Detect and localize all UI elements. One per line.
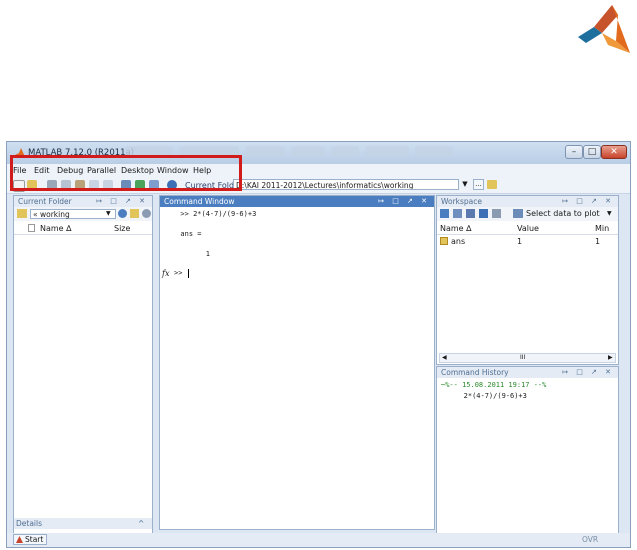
blurred-tab [365, 146, 409, 156]
history-session-line[interactable]: ─%-- 15.08.2011 19:17 --% [441, 381, 546, 389]
start-label: Start [25, 535, 44, 544]
table-row[interactable]: ans 1 1 [437, 236, 618, 247]
command-line: ans = [172, 230, 202, 238]
chevron-down-icon[interactable]: ▼ [460, 179, 470, 190]
details-label: Details [16, 519, 43, 528]
var-min: 1 [595, 237, 601, 246]
scroll-left-icon[interactable]: ◀ [442, 354, 447, 361]
folder-icon [17, 209, 27, 218]
select-data-to-plot[interactable]: Select data to plot [526, 209, 600, 218]
fx-icon[interactable]: fx [162, 269, 169, 278]
column-name[interactable]: Name ∆ [440, 224, 472, 233]
panel-header: Command History ↦ □ ↗ ✕ [437, 367, 618, 378]
folder-column-headers: Name ∆ Size [14, 223, 152, 235]
panel-title: Command History [441, 368, 509, 377]
save-icon[interactable] [466, 209, 475, 218]
menu-highlight-box [10, 155, 242, 191]
ovr-indicator: OVR [582, 535, 599, 544]
details-bar[interactable]: Details ^ [14, 518, 152, 529]
status-bar: Start OVR [7, 533, 630, 547]
chevron-up-icon[interactable]: ^ [138, 518, 144, 529]
command-line: 1 [172, 250, 210, 258]
chevron-down-icon[interactable]: ▼ [607, 210, 612, 217]
matlab-start-icon [16, 536, 23, 543]
panel-controls-icon[interactable]: ↦ □ ↗ ✕ [96, 196, 148, 207]
horizontal-scrollbar[interactable]: ◀ III ▶ [439, 353, 616, 363]
column-value[interactable]: Value [517, 224, 539, 233]
column-name[interactable]: Name ∆ [40, 224, 72, 233]
command-history-panel: Command History ↦ □ ↗ ✕ ─%-- 15.08.2011 … [436, 366, 619, 543]
workspace-toolbar: Select data to plot ▼ [437, 207, 618, 221]
panel-title: Command Window [164, 197, 235, 206]
panel-controls-icon[interactable]: ↦ □ ↗ ✕ [378, 196, 430, 207]
browse-folder-button[interactable]: ... [473, 179, 484, 190]
print-icon[interactable] [492, 209, 501, 218]
close-button[interactable]: ✕ [601, 145, 627, 159]
new-variable-icon[interactable] [440, 209, 449, 218]
blurred-tab [291, 146, 325, 156]
command-window-panel[interactable]: Command Window ↦ □ ↗ ✕ >> 2*(4-7)/(9-6)+… [159, 195, 435, 530]
panel-header: Command Window ↦ □ ↗ ✕ [160, 196, 434, 207]
plot-icon[interactable] [513, 209, 523, 218]
workspace-column-headers: Name ∆ Value Min [437, 223, 618, 235]
command-prompt[interactable]: >> [174, 269, 187, 277]
panel-title: Current Folder [18, 197, 72, 206]
matrix-icon [440, 237, 448, 245]
start-button[interactable]: Start [13, 534, 47, 545]
current-folder-panel: Current Folder ↦ □ ↗ ✕ « working ▼ Name … [13, 195, 153, 543]
scroll-grip[interactable]: III [520, 354, 525, 361]
column-size[interactable]: Size [114, 224, 130, 233]
file-icon [28, 224, 35, 232]
blurred-tab [245, 146, 285, 156]
var-name: ans [451, 237, 466, 246]
scroll-right-icon[interactable]: ▶ [608, 354, 613, 361]
history-command-line[interactable]: 2*(4-7)/(9-6)+3 [451, 392, 527, 400]
matlab-window: MATLAB 7.12.0 (R2011a) – □ ✕ File Edit D… [6, 141, 631, 548]
command-line: >> 2*(4-7)/(9-6)+3 [172, 210, 257, 218]
import-icon[interactable] [479, 209, 488, 218]
gear-icon[interactable] [142, 209, 151, 218]
panel-header: Workspace ↦ □ ↗ ✕ [437, 196, 618, 207]
var-value: 1 [517, 237, 523, 246]
text-cursor [188, 269, 189, 278]
current-folder-path-input[interactable]: D:\KAI 2011-2012\Lectures\informatics\wo… [233, 179, 459, 190]
matlab-logo-icon [578, 5, 630, 53]
folder-toolbar: « working ▼ [14, 207, 152, 221]
open-variable-icon[interactable] [453, 209, 462, 218]
workspace-panel: Workspace ↦ □ ↗ ✕ Select data to plot ▼ … [436, 195, 619, 365]
blurred-tab [415, 146, 453, 156]
panel-header: Current Folder ↦ □ ↗ ✕ [14, 196, 152, 207]
blurred-tab [331, 146, 359, 156]
chevron-down-icon[interactable]: ▼ [106, 210, 111, 217]
panel-title: Workspace [441, 197, 482, 206]
search-icon[interactable] [118, 209, 127, 218]
new-folder-icon[interactable] [130, 209, 139, 218]
panel-controls-icon[interactable]: ↦ □ ↗ ✕ [562, 367, 614, 378]
folder-up-icon[interactable] [487, 180, 497, 189]
minimize-button[interactable]: – [565, 145, 583, 159]
panel-controls-icon[interactable]: ↦ □ ↗ ✕ [562, 196, 614, 207]
folder-combo[interactable]: « working [30, 209, 116, 219]
maximize-button[interactable]: □ [583, 145, 601, 159]
column-min[interactable]: Min [595, 224, 609, 233]
